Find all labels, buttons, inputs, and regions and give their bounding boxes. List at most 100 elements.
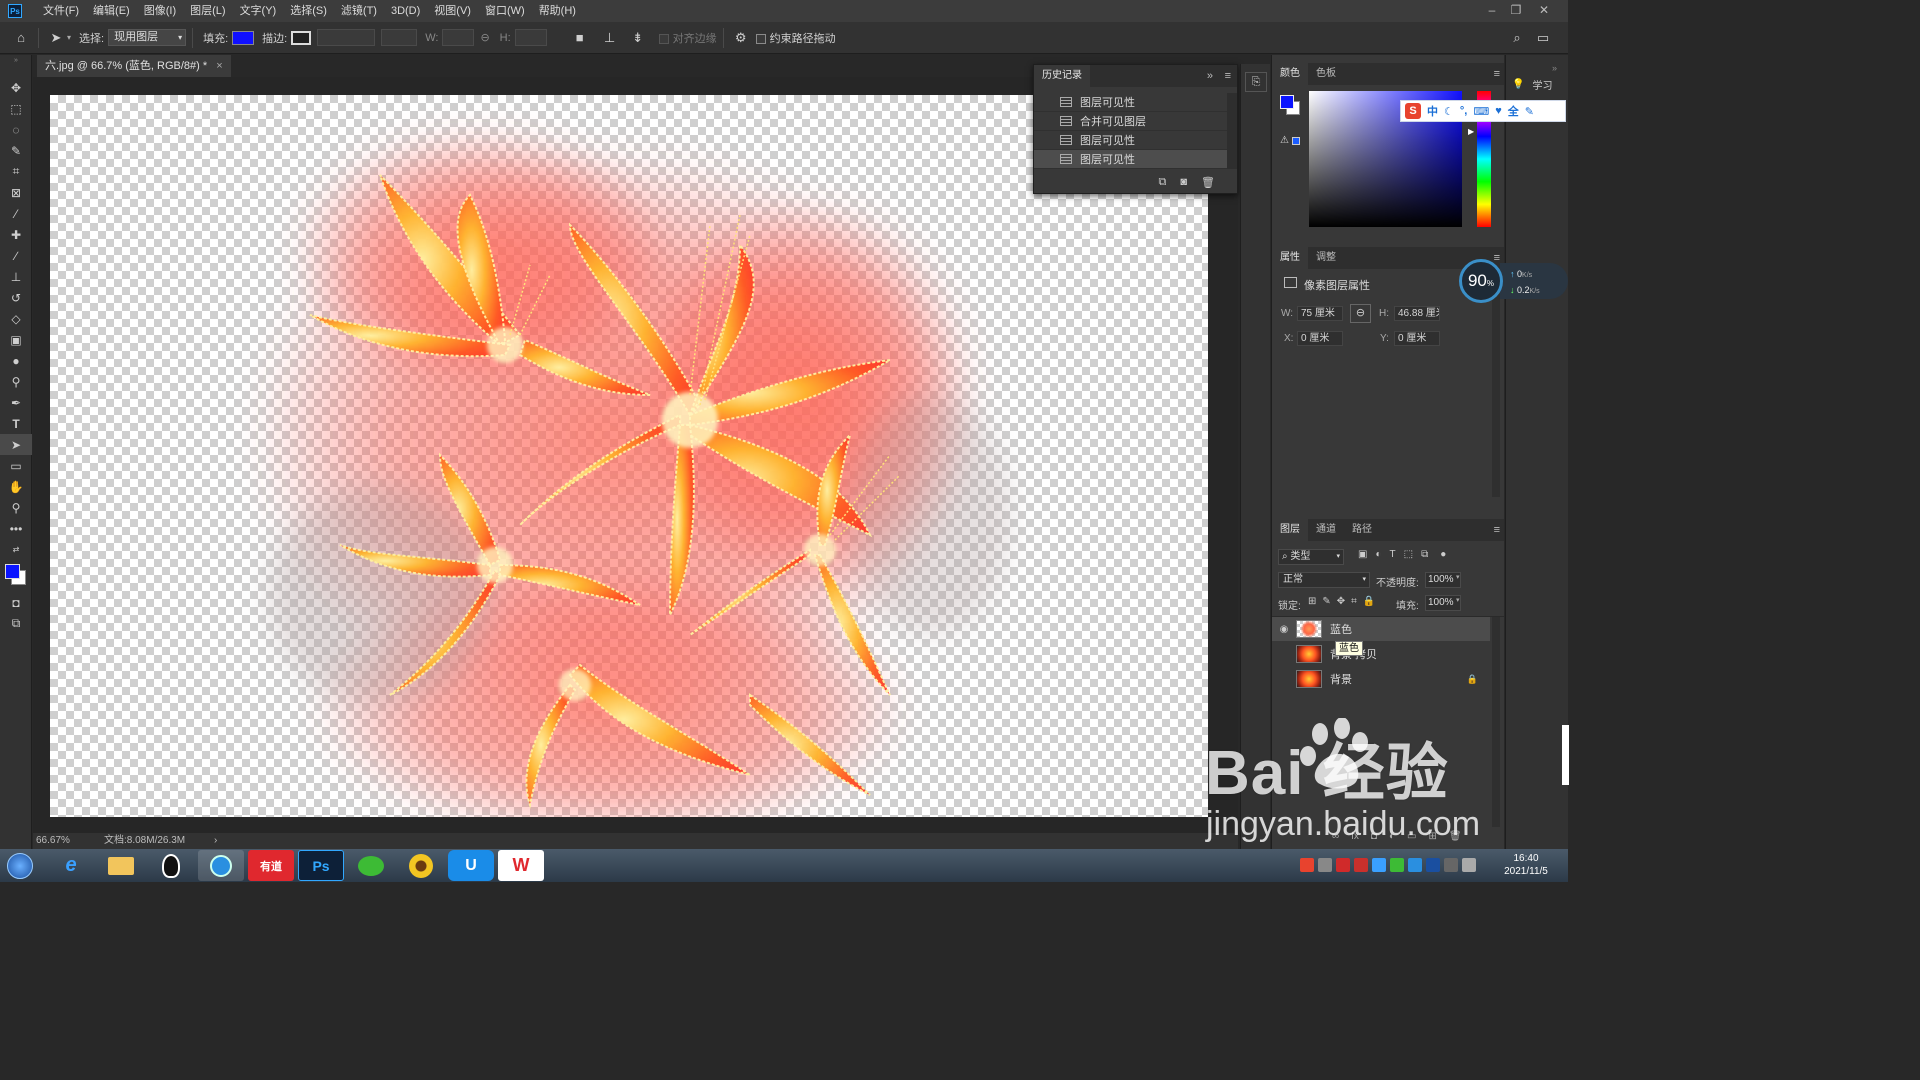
tray-icon[interactable]: [1408, 858, 1422, 872]
tray-icon[interactable]: [1354, 858, 1368, 872]
lock-image-icon[interactable]: ✎: [1322, 596, 1330, 607]
history-item[interactable]: 合并可见图层: [1034, 112, 1237, 131]
tab-adjustments[interactable]: 调整: [1308, 247, 1344, 269]
link-icon[interactable]: ⊖: [1350, 304, 1371, 323]
tray-icon[interactable]: [1318, 858, 1332, 872]
tab-swatches[interactable]: 色板: [1308, 63, 1344, 85]
menu-3d[interactable]: 3D(D): [384, 0, 427, 22]
filter-pixel-icon[interactable]: ▣: [1358, 549, 1367, 560]
prop-width-input[interactable]: 75 厘米: [1297, 306, 1343, 321]
panel-menu-icon[interactable]: ≡: [1494, 524, 1500, 536]
ime-wrench-icon[interactable]: ✎: [1525, 105, 1534, 118]
wps-tray-icon[interactable]: [1336, 858, 1350, 872]
expand-icon[interactable]: »: [1207, 70, 1213, 82]
move-tool-icon[interactable]: ✥: [0, 77, 32, 98]
dodge-tool-icon[interactable]: ⚲: [0, 371, 32, 392]
volume-icon[interactable]: [1462, 858, 1476, 872]
close-window-icon[interactable]: ✕: [1532, 0, 1556, 22]
menu-file[interactable]: 文件(F): [36, 0, 86, 22]
home-icon[interactable]: ⌂: [10, 27, 32, 49]
history-item[interactable]: 图层可见性: [1034, 131, 1237, 150]
pen-tool-icon[interactable]: ✒: [0, 392, 32, 413]
ime-chinese-mode[interactable]: 中: [1427, 103, 1438, 119]
zoom-tool-icon[interactable]: ⚲: [0, 497, 32, 518]
prop-x-input[interactable]: 0 厘米: [1297, 331, 1343, 346]
gamut-warning-icon[interactable]: ⚠: [1280, 135, 1289, 146]
frame-tool-icon[interactable]: ⊠: [0, 182, 32, 203]
menu-help[interactable]: 帮助(H): [532, 0, 583, 22]
checkbox[interactable]: [658, 33, 669, 44]
menu-view[interactable]: 视图(V): [427, 0, 478, 22]
blend-mode-select[interactable]: 正常 ▾: [1278, 572, 1370, 588]
path-arrangement-icon[interactable]: ⇟: [627, 27, 649, 49]
path-alignment-icon[interactable]: ⊥: [599, 27, 621, 49]
filter-adjustment-icon[interactable]: ◐: [1375, 549, 1381, 560]
layer-row[interactable]: ◉ 蓝色: [1272, 617, 1490, 641]
minimize-icon[interactable]: –: [1480, 0, 1504, 22]
visibility-eye-icon[interactable]: ◉: [1272, 624, 1296, 635]
gradient-tool-icon[interactable]: ▣: [0, 329, 32, 350]
start-button[interactable]: [0, 849, 40, 882]
link-icon[interactable]: ⊖: [480, 31, 489, 44]
swap-colors-icon[interactable]: ⇄: [0, 539, 32, 560]
restore-icon[interactable]: ❐: [1504, 0, 1528, 22]
trash-icon[interactable]: 🗑: [1201, 176, 1215, 189]
fill-swatch[interactable]: [232, 30, 255, 45]
shield-icon[interactable]: [1426, 858, 1440, 872]
menu-window[interactable]: 窗口(W): [478, 0, 532, 22]
layer-filter-select[interactable]: ⌕ 类型 ▾: [1278, 549, 1344, 565]
tab-layers[interactable]: 图层: [1272, 519, 1308, 541]
quick-select-tool-icon[interactable]: ✎: [0, 140, 32, 161]
filter-type-icon[interactable]: T: [1390, 549, 1396, 560]
learn-button[interactable]: 💡 学习: [1512, 73, 1566, 95]
history-panel-icon[interactable]: ⎘: [1245, 72, 1267, 92]
new-document-from-state-icon[interactable]: ⧉: [1159, 176, 1167, 189]
history-scrollbar[interactable]: [1227, 93, 1237, 169]
chevron-down-icon[interactable]: ▾: [67, 33, 71, 42]
lock-position-icon[interactable]: ✥: [1337, 596, 1345, 607]
lock-artboard-icon[interactable]: ⌗: [1351, 596, 1357, 607]
ime-moon-icon[interactable]: ☾: [1444, 105, 1454, 118]
status-arrow-icon[interactable]: ›: [214, 833, 217, 849]
sogou-logo-icon[interactable]: S: [1405, 103, 1421, 119]
file-explorer-icon[interactable]: [98, 850, 144, 881]
foreground-color-swatch[interactable]: [1280, 95, 1294, 109]
hand-tool-icon[interactable]: ✋: [0, 476, 32, 497]
marquee-tool-icon[interactable]: ⬚: [0, 98, 32, 119]
collapse-icon[interactable]: »: [1552, 63, 1557, 73]
stroke-width-input[interactable]: [317, 29, 376, 46]
filter-toggle-icon[interactable]: ●: [1440, 549, 1446, 560]
history-item[interactable]: 图层可见性: [1034, 93, 1237, 112]
filter-smart-object-icon[interactable]: ⧉: [1421, 549, 1428, 560]
ime-punctuation-icon[interactable]: °,: [1460, 105, 1467, 117]
chevron-down-icon[interactable]: ▾: [1456, 596, 1460, 604]
path-operations-icon[interactable]: ■: [569, 27, 591, 49]
side-widget[interactable]: [1562, 725, 1569, 785]
web-safe-swatch[interactable]: [1292, 137, 1300, 145]
path-selection-tool-icon[interactable]: ➤: [0, 434, 32, 455]
blur-tool-icon[interactable]: ●: [0, 350, 32, 371]
gear-icon[interactable]: ⚙: [730, 27, 752, 49]
youdao-icon[interactable]: 有道: [248, 850, 294, 881]
collapse-icon[interactable]: »: [0, 55, 32, 65]
photoshop-taskbar-icon[interactable]: Ps: [298, 850, 344, 881]
stroke-type-select[interactable]: [381, 29, 418, 46]
qq-icon[interactable]: [148, 850, 194, 881]
history-brush-tool-icon[interactable]: ↺: [0, 287, 32, 308]
crop-tool-icon[interactable]: ⌗: [0, 161, 32, 182]
chevron-down-icon[interactable]: ▾: [1456, 573, 1460, 581]
align-edges-option[interactable]: 对齐边缘: [658, 30, 717, 46]
screen-mode-icon[interactable]: ⧉: [0, 613, 32, 634]
history-item-selected[interactable]: 图层可见性: [1034, 150, 1237, 169]
camera-icon[interactable]: ◙: [1180, 176, 1187, 188]
healing-brush-tool-icon[interactable]: ✚: [0, 224, 32, 245]
layers-scrollbar[interactable]: [1492, 617, 1500, 827]
menu-select[interactable]: 选择(S): [283, 0, 334, 22]
u-app-icon[interactable]: U: [448, 850, 494, 881]
menu-layer[interactable]: 图层(L): [183, 0, 232, 22]
constrain-path-option[interactable]: 约束路径拖动: [755, 30, 836, 46]
document-tab[interactable]: 六.jpg @ 66.7% (蓝色, RGB/8#) * ×: [37, 55, 231, 77]
rectangle-tool-icon[interactable]: ▭: [0, 455, 32, 476]
height-input[interactable]: [514, 29, 547, 46]
sogou-tray-icon[interactable]: [1300, 858, 1314, 872]
